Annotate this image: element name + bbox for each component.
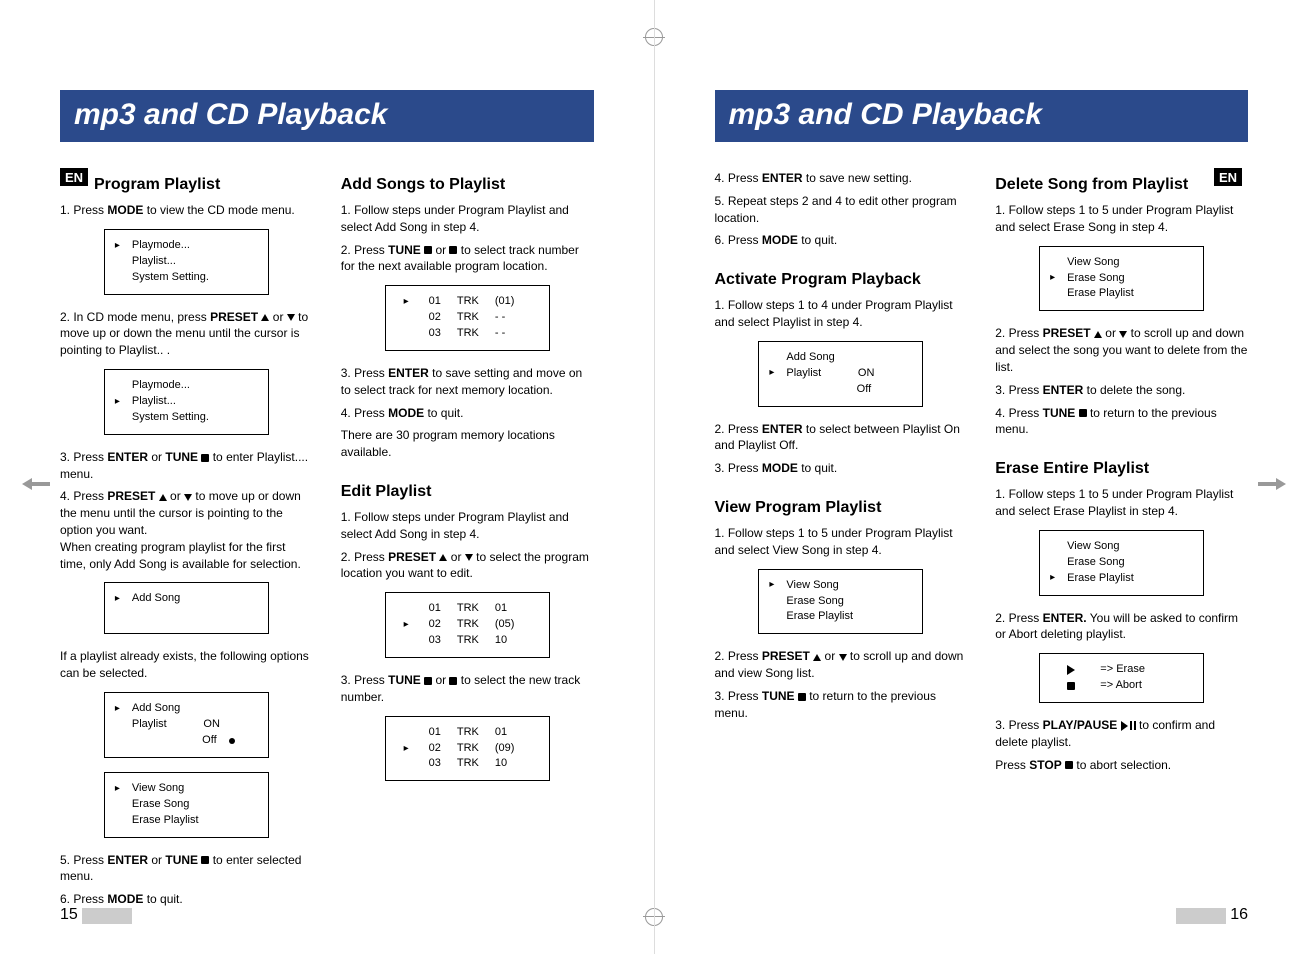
- lcd-box: View Song Erase Song Erase Playlist: [1039, 246, 1204, 312]
- selected-dot-icon: [229, 738, 235, 744]
- cursor-icon: [115, 239, 124, 254]
- up-icon: [1094, 331, 1102, 338]
- stop-icon: [449, 677, 457, 685]
- page-title: mp3 and CD Playback: [60, 90, 594, 142]
- up-icon: [159, 494, 167, 501]
- step-text: There are 30 program memory locations av…: [341, 427, 594, 461]
- step-text: 1. Press MODE to view the CD mode menu.: [60, 202, 313, 219]
- heading-program-playlist: Program Playlist: [94, 176, 220, 194]
- step-text: 1. Follow steps 1 to 5 under Program Pla…: [995, 486, 1248, 520]
- lcd-box: Add Song: [104, 582, 269, 634]
- page-title: mp3 and CD Playback: [715, 90, 1249, 142]
- up-icon: [439, 554, 447, 561]
- down-icon: [839, 654, 847, 661]
- stop-icon: [1067, 682, 1075, 690]
- step-text: 5. Press ENTER or TUNE to enter selected…: [60, 852, 313, 886]
- page-16: mp3 and CD Playback 4. Press ENTER to sa…: [655, 0, 1308, 954]
- step-text: 4. Press MODE to quit.: [341, 405, 594, 422]
- lcd-box: => Erase => Abort: [1039, 653, 1204, 703]
- lcd-box: Playmode... Playlist... System Setting.: [104, 369, 269, 435]
- step-text: 3. Press MODE to quit.: [715, 460, 968, 477]
- step-text: 2. Press TUNE or to select track number …: [341, 242, 594, 276]
- down-icon: [184, 494, 192, 501]
- stop-icon: [1065, 761, 1073, 769]
- lcd-box: 01TRK(01) 02TRK- - 03TRK- -: [385, 285, 550, 351]
- step-text: 4. Press PRESET or to move up or down th…: [60, 488, 313, 572]
- step-text: 3. Press PLAY/PAUSE to confirm and delet…: [995, 717, 1248, 751]
- cursor-icon: [404, 618, 413, 633]
- step-text: 2. In CD mode menu, press PRESET or or t…: [60, 309, 313, 359]
- column-activate-view: 4. Press ENTER to save new setting. 5. R…: [715, 170, 968, 779]
- cursor-icon: [115, 782, 124, 797]
- step-text: 3. Press ENTER to save setting and move …: [341, 365, 594, 399]
- step-text: 2. Press ENTER to select between Playlis…: [715, 421, 968, 455]
- cursor-icon: [115, 702, 124, 717]
- heading-view-playlist: View Program Playlist: [715, 499, 968, 517]
- lcd-box: Add Song Playlist ON Off: [758, 341, 923, 407]
- heading-add-songs: Add Songs to Playlist: [341, 176, 594, 194]
- cursor-icon: [115, 592, 124, 607]
- column-add-edit: Add Songs to Playlist 1. Follow steps un…: [341, 170, 594, 914]
- heading-delete-song: Delete Song from Playlist: [995, 176, 1188, 194]
- up-icon: [261, 314, 269, 321]
- gutter-box: [1176, 908, 1226, 924]
- step-text: 6. Press MODE to quit.: [60, 891, 313, 908]
- play-icon: [1067, 665, 1075, 675]
- step-text: 6. Press MODE to quit.: [715, 232, 968, 249]
- page-number: 15: [60, 906, 78, 924]
- step-text: 4. Press ENTER to save new setting.: [715, 170, 968, 187]
- down-icon: [1119, 331, 1127, 338]
- down-icon: [465, 554, 473, 561]
- step-text: 1. Follow steps under Program Playlist a…: [341, 202, 594, 236]
- play-pause-icon: [1121, 721, 1136, 731]
- lcd-box: View Song Erase Song Erase Playlist: [1039, 530, 1204, 596]
- stop-icon: [798, 693, 806, 701]
- cursor-icon: [1050, 271, 1059, 286]
- lcd-box: View Song Erase Song Erase Playlist: [104, 772, 269, 838]
- page-15: mp3 and CD Playback EN Program Playlist …: [0, 0, 655, 954]
- step-text: 2. Press PRESET or to scroll up and down…: [715, 648, 968, 682]
- lcd-box: 01TRK01 02TRK(09) 03TRK10: [385, 716, 550, 782]
- step-text: 3. Press TUNE or to select the new track…: [341, 672, 594, 706]
- heading-erase-playlist: Erase Entire Playlist: [995, 460, 1248, 478]
- step-text: 2. Press ENTER. You will be asked to con…: [995, 610, 1248, 644]
- step-text: 3. Press TUNE to return to the previous …: [715, 688, 968, 722]
- heading-activate-playback: Activate Program Playback: [715, 271, 968, 289]
- lcd-box: 01TRK01 02TRK(05) 03TRK10: [385, 592, 550, 658]
- step-text: 1. Follow steps 1 to 5 under Program Pla…: [715, 525, 968, 559]
- lcd-box: View Song Erase Song Erase Playlist: [758, 569, 923, 635]
- column-delete-erase: Delete Song from Playlist EN 1. Follow s…: [995, 170, 1248, 779]
- stop-icon: [1079, 409, 1087, 417]
- step-text: 2. Press PRESET or to scroll up and down…: [995, 325, 1248, 375]
- step-text: 1. Follow steps under Program Playlist a…: [341, 509, 594, 543]
- heading-edit-playlist: Edit Playlist: [341, 483, 594, 501]
- step-text: If a playlist already exists, the follow…: [60, 648, 313, 682]
- stop-icon: [449, 246, 457, 254]
- step-text: 2. Press PRESET or to select the program…: [341, 549, 594, 583]
- up-icon: [813, 654, 821, 661]
- cursor-icon: [115, 395, 124, 410]
- step-text: 1. Follow steps 1 to 5 under Program Pla…: [995, 202, 1248, 236]
- step-text: Press STOP to abort selection.: [995, 757, 1248, 774]
- cursor-icon: [404, 295, 413, 310]
- stop-icon: [424, 677, 432, 685]
- cursor-icon: [769, 366, 778, 381]
- step-text: 3. Press ENTER or TUNE to enter Playlist…: [60, 449, 313, 483]
- step-text: 5. Repeat steps 2 and 4 to edit other pr…: [715, 193, 968, 227]
- step-text: 3. Press ENTER to delete the song.: [995, 382, 1248, 399]
- down-icon: [287, 314, 295, 321]
- cursor-icon: [769, 578, 778, 593]
- step-text: 4. Press TUNE to return to the previous …: [995, 405, 1248, 439]
- page-number: 16: [1230, 906, 1248, 924]
- cursor-icon: [1050, 571, 1059, 586]
- step-text: 1. Follow steps 1 to 4 under Program Pla…: [715, 297, 968, 331]
- lcd-box: Playmode... Playlist... System Setting.: [104, 229, 269, 295]
- gutter-box: [82, 908, 132, 924]
- lcd-box: Add Song Playlist ON Off: [104, 692, 269, 758]
- stop-icon: [424, 246, 432, 254]
- lang-badge: EN: [60, 168, 88, 186]
- lang-badge: EN: [1214, 168, 1242, 186]
- cursor-icon: [404, 742, 413, 757]
- column-program-playlist: EN Program Playlist 1. Press MODE to vie…: [60, 170, 313, 914]
